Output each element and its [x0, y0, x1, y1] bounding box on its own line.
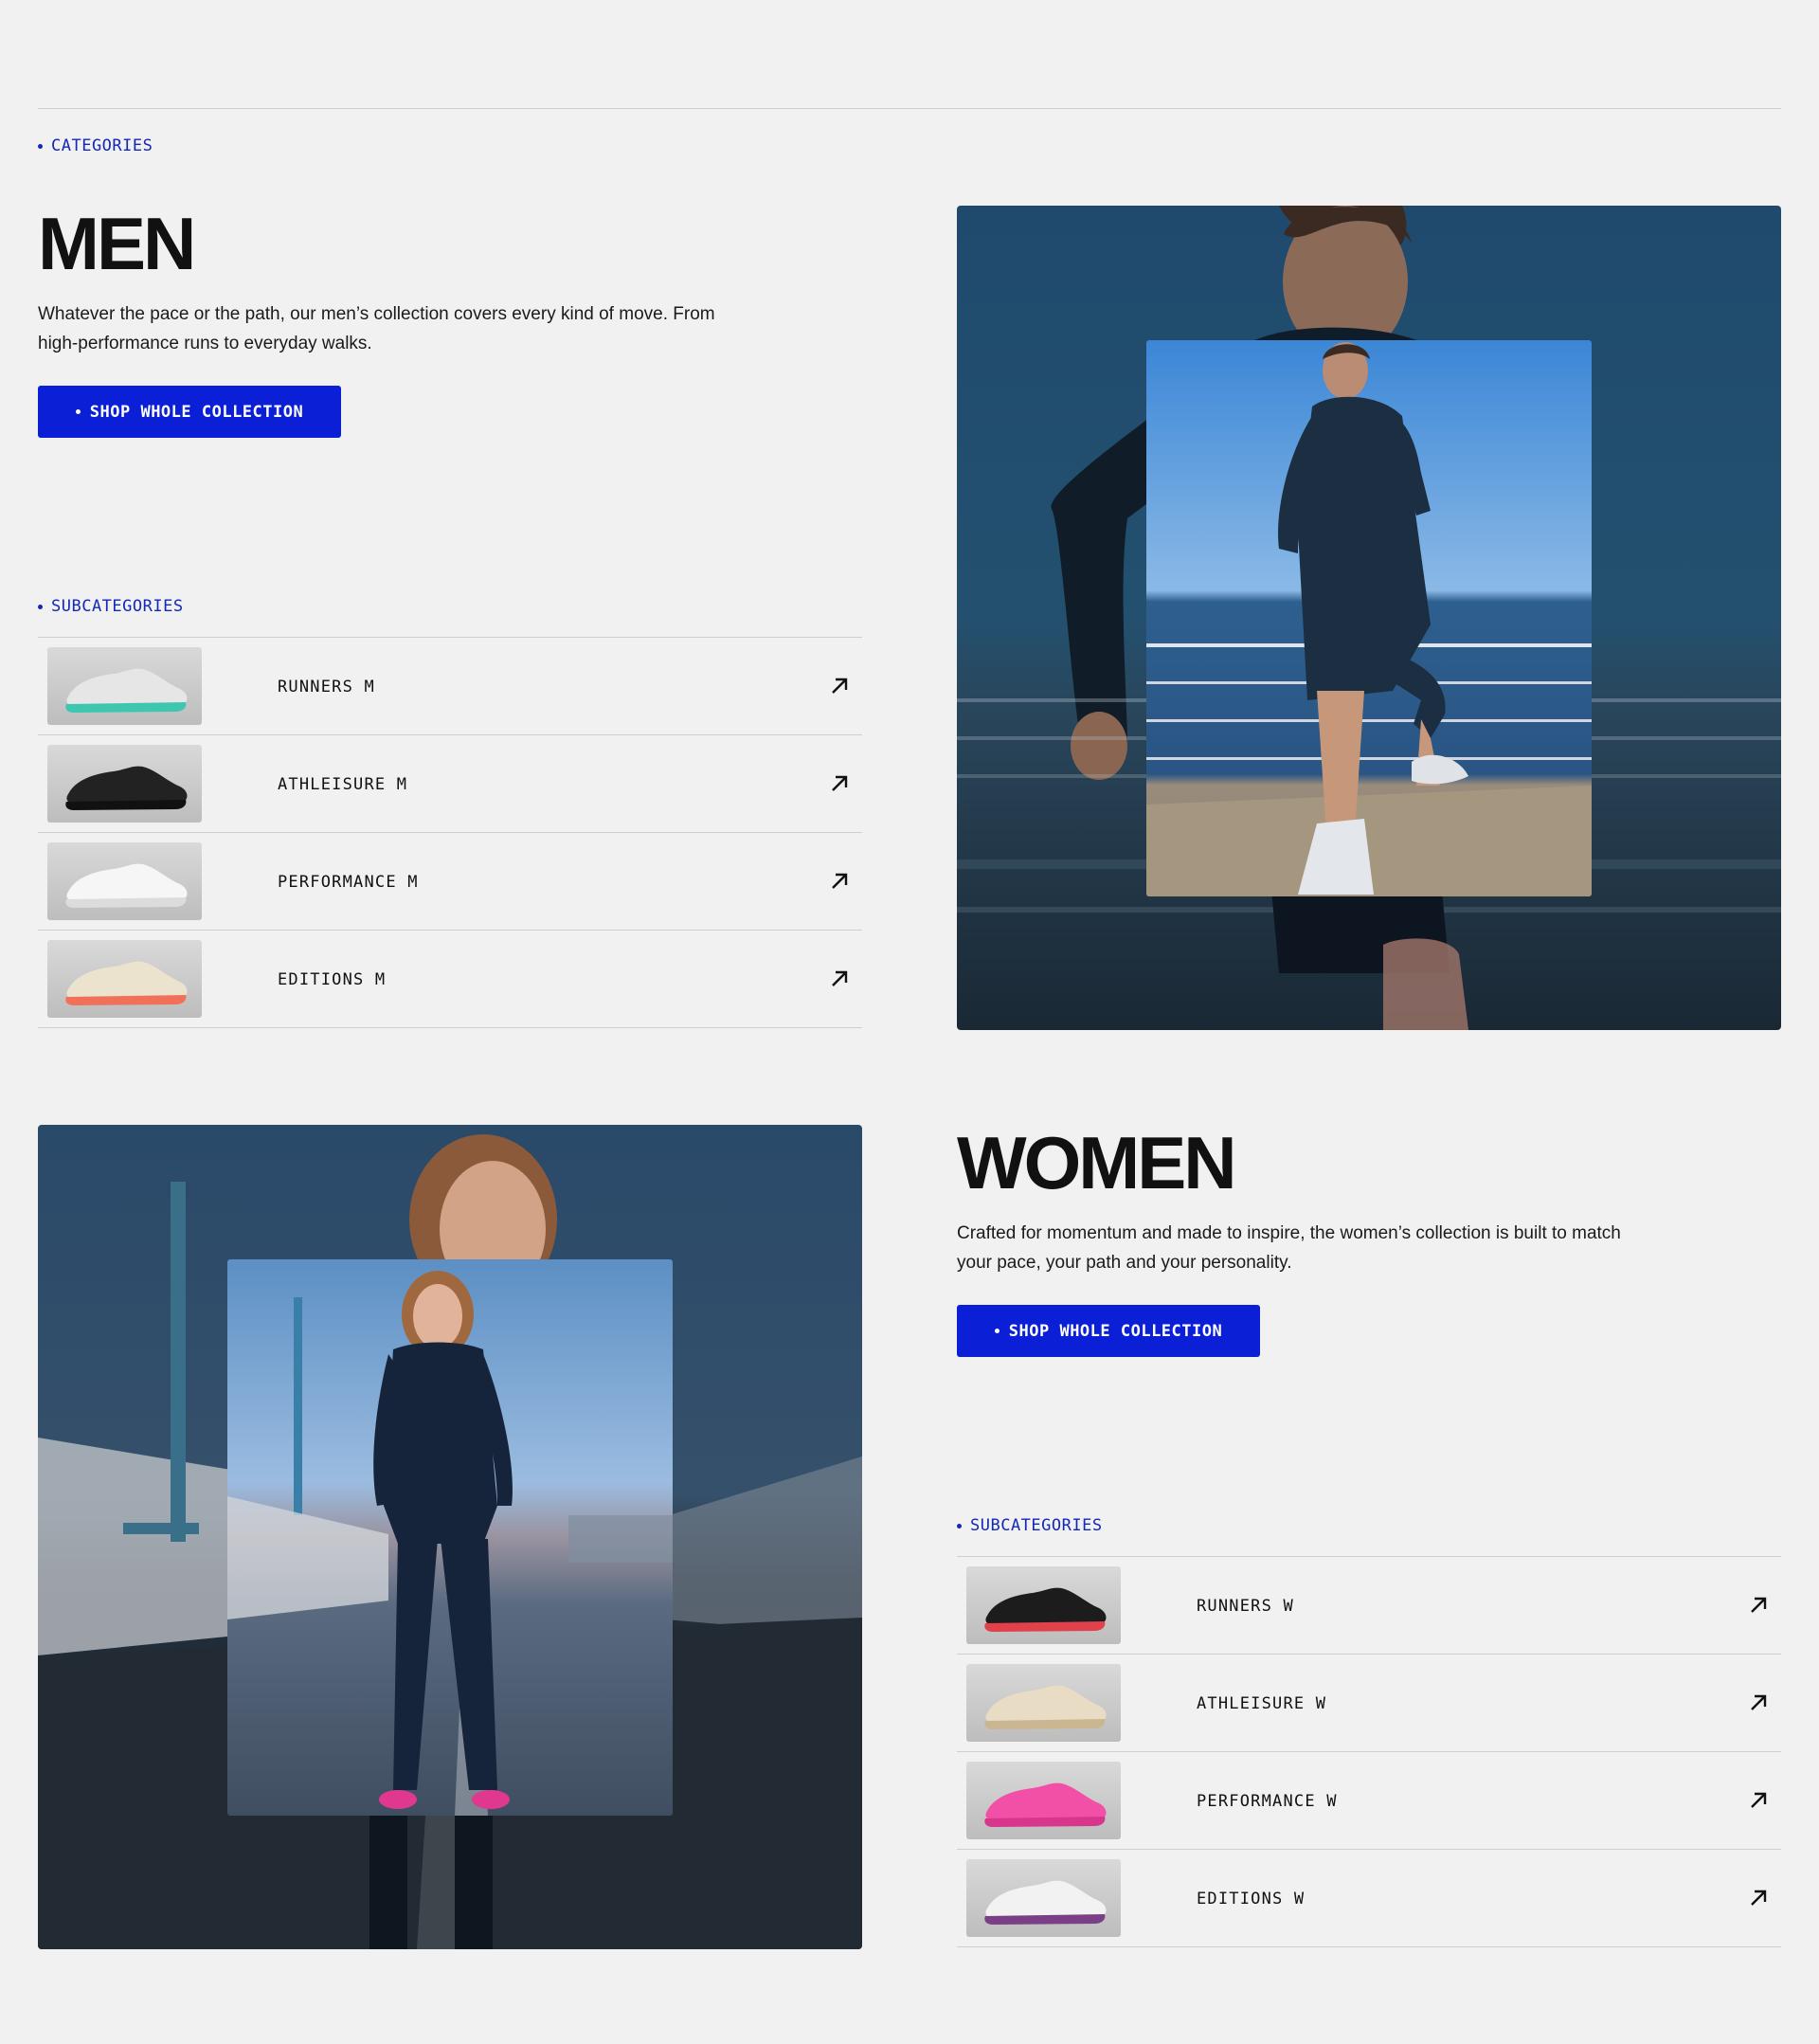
bullet-icon — [38, 604, 43, 609]
sneaker-image — [65, 766, 188, 810]
sneaker-image — [65, 668, 188, 713]
shoe-thumbnail — [47, 745, 202, 823]
bullet-icon — [75, 409, 81, 414]
shoe-thumbnail — [47, 842, 202, 920]
subcategory-label: EDITIONS M — [278, 969, 387, 989]
arrow-up-right-icon — [1751, 1890, 1767, 1906]
shoe-thumbnail — [47, 940, 202, 1018]
women-description-line-2: your pace, your path and your personalit… — [957, 1253, 1292, 1273]
subcategory-label: RUNNERS W — [1197, 1596, 1294, 1616]
shoe-thumbnail — [966, 1664, 1121, 1742]
men-title: MEN — [38, 202, 196, 285]
sneaker-image — [984, 1782, 1107, 1827]
section-divider — [38, 108, 1781, 109]
categories-label: CATEGORIES — [51, 136, 153, 155]
subcategory-row-runners-m[interactable]: RUNNERS M — [38, 638, 862, 735]
subcategory-label: PERFORMANCE M — [278, 872, 419, 892]
sneaker-image — [65, 863, 188, 908]
shoe-thumbnail — [966, 1566, 1121, 1644]
subcategory-label: ATHLEISURE M — [278, 774, 408, 794]
women-description-line-1: Crafted for momentum and made to inspire… — [957, 1223, 1621, 1243]
arrow-up-right-icon — [832, 873, 848, 889]
men-description-line-2: high-performance runs to everyday walks. — [38, 334, 372, 353]
sneaker-image — [984, 1880, 1107, 1925]
women-description: Crafted for momentum and made to inspire… — [957, 1219, 1734, 1277]
arrow-up-right-icon — [1751, 1792, 1767, 1808]
subcategory-row-editions-w[interactable]: EDITIONS W — [957, 1850, 1781, 1947]
men-hero-image — [957, 206, 1781, 1030]
bullet-icon — [994, 1329, 1000, 1333]
subcategory-row-performance-w[interactable]: PERFORMANCE W — [957, 1752, 1781, 1850]
subcategory-row-editions-m[interactable]: EDITIONS M — [38, 931, 862, 1028]
shoe-thumbnail — [47, 647, 202, 725]
bullet-icon — [38, 143, 43, 149]
sneaker-image — [984, 1587, 1107, 1632]
women-subcategory-list: RUNNERS W ATHLEISURE W PERFORMANCE W EDI… — [957, 1556, 1781, 1947]
men-subcategory-list: RUNNERS M ATHLEISURE M PERFORMANCE M EDI… — [38, 637, 862, 1028]
subcategory-row-performance-m[interactable]: PERFORMANCE M — [38, 833, 862, 931]
arrow-up-right-icon — [1751, 1597, 1767, 1613]
women-title: WOMEN — [957, 1121, 1237, 1204]
subcategory-label: RUNNERS M — [278, 677, 375, 696]
men-description: Whatever the pace or the path, our men’s… — [38, 299, 815, 358]
sneaker-image — [65, 961, 188, 1005]
women-subcategories-label: SUBCATEGORIES — [970, 1516, 1103, 1535]
men-hero-inset-photo — [1146, 340, 1592, 896]
runner-photo — [227, 1259, 673, 1816]
subcategory-row-athleisure-m[interactable]: ATHLEISURE M — [38, 735, 862, 833]
subcategory-label: PERFORMANCE W — [1197, 1791, 1338, 1811]
runner-photo — [1146, 340, 1592, 896]
subcategory-row-athleisure-w[interactable]: ATHLEISURE W — [957, 1655, 1781, 1752]
sneaker-image — [984, 1685, 1107, 1729]
arrow-up-right-icon — [832, 775, 848, 791]
arrow-up-right-icon — [832, 970, 848, 986]
subcategory-label: ATHLEISURE W — [1197, 1693, 1327, 1713]
subcategory-row-runners-w[interactable]: RUNNERS W — [957, 1557, 1781, 1655]
women-hero-inset-photo — [227, 1259, 673, 1816]
shoe-thumbnail — [966, 1859, 1121, 1937]
women-hero-image — [38, 1125, 862, 1949]
men-description-line-1: Whatever the pace or the path, our men’s… — [38, 304, 715, 324]
women-shop-collection-label: SHOP WHOLE COLLECTION — [1008, 1321, 1223, 1341]
men-shop-collection-label: SHOP WHOLE COLLECTION — [89, 402, 304, 422]
arrow-up-right-icon — [1751, 1694, 1767, 1710]
women-subcategories-eyebrow: SUBCATEGORIES — [957, 1516, 1103, 1535]
subcategory-label: EDITIONS W — [1197, 1889, 1306, 1908]
shoe-thumbnail — [966, 1762, 1121, 1839]
men-subcategories-eyebrow: SUBCATEGORIES — [38, 597, 184, 616]
men-subcategories-label: SUBCATEGORIES — [51, 597, 184, 616]
bullet-icon — [957, 1523, 962, 1528]
arrow-up-right-icon — [832, 678, 848, 694]
men-shop-collection-button[interactable]: SHOP WHOLE COLLECTION — [38, 386, 341, 438]
categories-section: CATEGORIES MEN Whatever the pace or the … — [38, 0, 1781, 2044]
women-shop-collection-button[interactable]: SHOP WHOLE COLLECTION — [957, 1305, 1260, 1357]
categories-eyebrow: CATEGORIES — [38, 136, 153, 155]
